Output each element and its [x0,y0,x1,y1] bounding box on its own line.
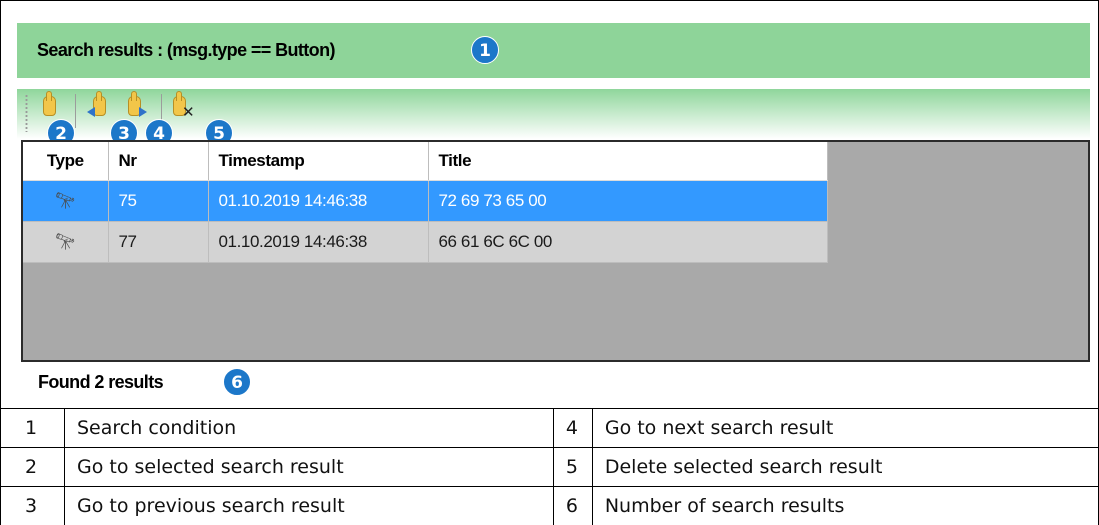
legend-description: Delete selected search result [591,447,1099,487]
search-results-header: Search results : (msg.type == Button) 1 [17,23,1090,78]
callout-badge-6: 6 [223,368,251,396]
legend-row: 1 Search condition 4 Go to next search r… [0,408,1099,448]
arrow-right-icon [139,107,147,117]
legend-description: Search condition [64,408,554,448]
go-to-previous-button[interactable] [87,91,113,123]
nr-cell: 75 [108,180,209,222]
search-toolbar: ✕ 2 3 4 5 [17,89,1090,147]
hand-pointer-icon [43,91,56,116]
delete-selected-button[interactable]: ✕ [167,91,195,123]
title-cell: 66 61 6C 6C 00 [428,221,828,263]
legend-description: Number of search results [591,486,1099,525]
legend-number: 5 [552,447,593,487]
delete-x-icon: ✕ [182,103,195,121]
legend-number: 1 [0,408,65,448]
toolbar-grip[interactable] [25,94,28,132]
legend-number: 3 [0,486,65,525]
legend-description: Go to previous search result [64,486,554,525]
search-condition-title: Search results : (msg.type == Button) [37,40,335,60]
binoculars-icon: 🔭︎ [55,192,76,210]
toolbar-separator [75,94,76,128]
type-cell: 🔭︎ [23,221,109,263]
timestamp-cell: 01.10.2019 14:46:38 [208,221,429,263]
column-header-title[interactable]: Title [428,142,828,181]
results-grid: Type Nr Timestamp Title 🔭︎ 75 01.10.2019… [23,142,828,263]
table-row[interactable]: 🔭︎ 75 01.10.2019 14:46:38 72 69 73 65 00 [23,180,828,222]
legend-row: 2 Go to selected search result 5 Delete … [0,447,1099,487]
legend-description: Go to next search result [591,408,1099,448]
legend-number: 2 [0,447,65,487]
timestamp-cell: 01.10.2019 14:46:38 [208,180,429,222]
arrow-left-icon [87,107,95,117]
binoculars-icon: 🔭︎ [55,233,76,251]
legend-table: 1 Search condition 4 Go to next search r… [0,408,1099,525]
title-cell: 72 69 73 65 00 [428,180,828,222]
column-header-timestamp[interactable]: Timestamp [208,142,429,181]
search-results-screenshot: Search results : (msg.type == Button) 1 … [0,0,1099,408]
nr-cell: 77 [108,221,209,263]
legend-row: 3 Go to previous search result 6 Number … [0,486,1099,525]
legend-description: Go to selected search result [64,447,554,487]
column-header-nr[interactable]: Nr [108,142,209,181]
results-grid-area: Type Nr Timestamp Title 🔭︎ 75 01.10.2019… [21,140,1090,362]
legend-number: 6 [552,486,593,525]
table-row[interactable]: 🔭︎ 77 01.10.2019 14:46:38 66 61 6C 6C 00 [23,221,828,263]
legend-number: 4 [552,408,593,448]
type-cell: 🔭︎ [23,180,109,222]
results-count: Found 2 results [38,372,164,392]
callout-badge-1: 1 [471,36,499,64]
column-header-type[interactable]: Type [23,142,109,181]
grid-header-row: Type Nr Timestamp Title [23,142,828,181]
